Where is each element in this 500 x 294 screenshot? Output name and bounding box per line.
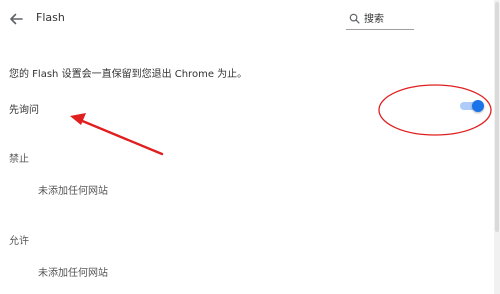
search-icon: [349, 13, 360, 24]
scrollbar-thumb[interactable]: [495, 2, 499, 232]
allow-section-heading: 允许: [9, 236, 29, 247]
allow-empty-text: 未添加任何网站: [38, 268, 108, 279]
ask-first-label: 先询问: [9, 105, 39, 116]
search-box[interactable]: [346, 9, 414, 30]
scrollbar[interactable]: [494, 0, 500, 294]
back-button[interactable]: [6, 9, 26, 29]
arrow-left-icon: [10, 13, 23, 25]
toggle-knob: [472, 100, 484, 112]
block-section-heading: 禁止: [9, 154, 29, 165]
annotation-arrow: [70, 113, 164, 156]
block-empty-text: 未添加任何网站: [38, 186, 108, 197]
annotation-overlay: [70, 84, 492, 156]
search-input[interactable]: [364, 10, 412, 28]
ask-first-toggle[interactable]: [458, 98, 486, 114]
page-title: Flash: [36, 11, 65, 24]
settings-description: 您的 Flash 设置会一直保留到您退出 Chrome 为止。: [9, 69, 248, 80]
